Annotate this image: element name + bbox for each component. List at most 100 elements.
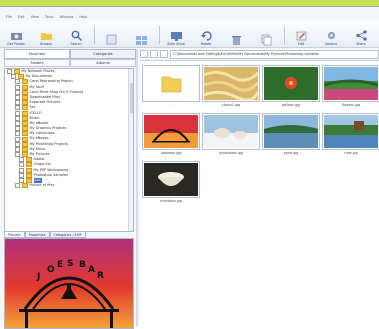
thumbnail[interactable]: river.jpg: [322, 113, 379, 156]
svg-text:E: E: [57, 260, 63, 270]
toolbar-button[interactable]: Browse: [34, 23, 58, 47]
tab-categories[interactable]: Categories: [70, 49, 136, 59]
thumbnail[interactable]: ..: [142, 65, 200, 108]
thumbnail-image: [202, 65, 260, 102]
photo-thumbnail: [324, 67, 378, 100]
thumbnail-caption: polarbears.jpg: [219, 151, 243, 155]
info-tab[interactable]: Properties: [24, 231, 50, 238]
toolbar-button[interactable]: Share: [349, 23, 373, 47]
thumbnail-image: [322, 113, 379, 150]
thumbnail-image: [142, 161, 200, 198]
path-field[interactable]: C:\Documents and Settings\Eric\Miller\My…: [170, 49, 379, 59]
photo-thumbnail: [204, 67, 258, 100]
thumbnail-image: [262, 113, 320, 150]
photo-thumbnail: [204, 115, 258, 148]
toolbar: Get Photos Browse Search Slide Show Rotate Ed…: [0, 21, 379, 48]
toolbar-button[interactable]: [254, 23, 278, 47]
thumbnail[interactable]: flowers.jpg: [322, 65, 379, 108]
menu-item[interactable]: Help: [79, 15, 87, 19]
info-tab[interactable]: Preview: [4, 231, 25, 238]
photo-thumbnail: [144, 163, 198, 196]
thumbnail[interactable]: chairs1.jpg: [202, 65, 260, 108]
slideshow-icon: [170, 32, 182, 41]
toolbar-button[interactable]: [99, 23, 123, 47]
back-icon[interactable]: [140, 50, 148, 58]
thumbnail-caption: pond.jpg: [283, 151, 299, 155]
copy-icon: [261, 34, 271, 46]
toolbar-label: Search: [70, 42, 82, 46]
tree-item-label: Picture of files: [29, 183, 55, 188]
tab-favorites[interactable]: Favorites: [4, 49, 70, 59]
menu-item[interactable]: File: [6, 15, 12, 19]
menu-item[interactable]: View: [31, 15, 39, 19]
thumbnail-caption: christmas.jpg: [159, 199, 183, 203]
photo-thumbnail: [144, 115, 198, 148]
menu-item[interactable]: Tools: [45, 15, 54, 19]
toolbar-label: Slide Show: [167, 42, 185, 46]
toolbar-label: Options: [324, 42, 338, 46]
menu-item[interactable]: Window: [60, 15, 74, 19]
photo-thumbnail: [324, 115, 378, 148]
trash-icon: [231, 36, 241, 45]
info-tab[interactable]: Categories / EXIF: [49, 231, 86, 238]
thumbnail-image: [142, 113, 200, 150]
toolbar-button[interactable]: Options: [319, 23, 343, 47]
toolbar-button[interactable]: [224, 23, 248, 47]
pane-splitter[interactable]: [136, 49, 138, 327]
up-folder-icon[interactable]: [160, 50, 168, 58]
preview-pane: JOE SBA R: [4, 238, 134, 329]
toolbar-label: Share: [356, 42, 366, 46]
toolbar-button[interactable]: Edit: [289, 23, 313, 47]
thumbnail-caption: river.jpg: [344, 151, 358, 155]
thumbnail-icon: [135, 36, 147, 45]
svg-text:S: S: [67, 259, 73, 269]
tab-folders[interactable]: Folders: [4, 59, 70, 67]
thumbnail-image: [142, 65, 200, 102]
left-tabs: Favorites Categories: [4, 49, 136, 59]
svg-text:B: B: [79, 260, 86, 270]
app-window: File Edit View Tools Window Help Get Photos Br…: [0, 6, 379, 329]
toolbar-separator: [284, 26, 285, 44]
thumbnail[interactable]: joesbarn.jpg: [142, 113, 200, 156]
svg-text:R: R: [97, 271, 104, 281]
search-icon: [71, 30, 82, 42]
toolbar-button[interactable]: Slide Show: [164, 23, 188, 47]
thumbnail[interactable]: balloon.jpg: [262, 65, 320, 108]
thumbnail-area: .. chairs1.jpg balloon.jpg flowers.jpg joesb…: [140, 60, 379, 328]
toolbar-button[interactable]: Get Photos: [4, 23, 28, 47]
toolbar-separator: [159, 26, 160, 44]
tab-albums[interactable]: Albums: [70, 59, 136, 67]
expand-icon[interactable]: [15, 183, 20, 189]
forward-icon[interactable]: [150, 50, 158, 58]
folder-icon: [21, 183, 28, 189]
preview-image: JO E SBA R: [5, 239, 133, 328]
svg-text:O: O: [47, 265, 55, 275]
scroll-thumb[interactable]: [129, 83, 133, 113]
view-icon: [106, 34, 116, 45]
thumbnail-caption: flowers.jpg: [341, 103, 361, 107]
address-bar: C:\Documents and Settings\Eric\Miller\My…: [140, 49, 379, 59]
edit-icon: [296, 31, 306, 41]
folder-icon: [40, 33, 52, 40]
toolbar-label: Get Photos: [7, 42, 25, 46]
thumbnail-image: [262, 65, 320, 102]
toolbar-label: Browse: [40, 42, 52, 46]
thumbnail-caption: joesbarn.jpg: [160, 151, 182, 155]
folder-tree[interactable]: My Network Places My Documents Corel Rebra…: [4, 68, 134, 232]
folder-up-icon: [144, 67, 198, 100]
left-tabs-secondary: Folders Albums: [4, 59, 136, 67]
thumbnail-image: [202, 113, 260, 150]
info-tabs: Preview Properties Categories / EXIF: [4, 231, 132, 238]
thumbnail-caption: ..: [169, 103, 173, 107]
thumbnail[interactable]: christmas.jpg: [142, 161, 200, 204]
toolbar-label: Rotate: [200, 42, 212, 46]
toolbar-button[interactable]: Search: [64, 23, 88, 47]
thumbnail[interactable]: polarbears.jpg: [202, 113, 260, 156]
tree-item[interactable]: Picture of files: [5, 183, 133, 189]
tree-scrollbar[interactable]: [128, 69, 133, 231]
toolbar-button[interactable]: [129, 23, 153, 47]
menu-item[interactable]: Edit: [18, 15, 25, 19]
thumbnail[interactable]: pond.jpg: [262, 113, 320, 156]
thumbnail-image: [322, 65, 379, 102]
toolbar-button[interactable]: Rotate: [194, 23, 218, 47]
